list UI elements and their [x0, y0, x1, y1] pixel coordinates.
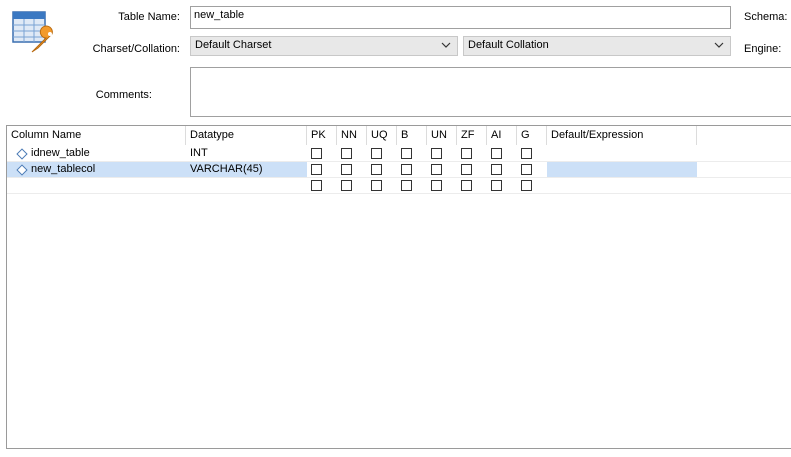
- nn-checkbox[interactable]: [341, 164, 352, 175]
- engine-label: Engine:: [744, 43, 782, 55]
- header-column-name[interactable]: Column Name: [7, 126, 186, 145]
- datatype-cell[interactable]: VARCHAR(45): [190, 162, 263, 177]
- header-b[interactable]: B: [397, 126, 427, 145]
- header-ai[interactable]: AI: [487, 126, 517, 145]
- un-checkbox[interactable]: [431, 180, 442, 191]
- header-datatype[interactable]: Datatype: [186, 126, 307, 145]
- un-checkbox[interactable]: [431, 164, 442, 175]
- columns-grid[interactable]: Column Name Datatype PK NN UQ B UN ZF AI…: [6, 125, 791, 449]
- collation-select[interactable]: Default Collation: [463, 36, 731, 56]
- ai-checkbox[interactable]: [491, 164, 502, 175]
- header-default-expression[interactable]: Default/Expression: [547, 126, 697, 145]
- comments-textarea[interactable]: [190, 67, 791, 117]
- nn-checkbox[interactable]: [341, 148, 352, 159]
- table-row[interactable]: new_tablecol VARCHAR(45): [7, 162, 791, 178]
- table-row[interactable]: [7, 178, 791, 194]
- header-g[interactable]: G: [517, 126, 547, 145]
- header-zf[interactable]: ZF: [457, 126, 487, 145]
- g-checkbox[interactable]: [521, 180, 532, 191]
- uq-checkbox[interactable]: [371, 180, 382, 191]
- uq-checkbox[interactable]: [371, 164, 382, 175]
- charset-select-value: Default Charset: [195, 39, 272, 51]
- datatype-cell[interactable]: INT: [190, 146, 208, 161]
- header-nn[interactable]: NN: [337, 126, 367, 145]
- uq-checkbox[interactable]: [371, 148, 382, 159]
- un-checkbox[interactable]: [431, 148, 442, 159]
- table-settings-icon: [12, 10, 56, 56]
- chevron-down-icon: [441, 40, 451, 50]
- b-checkbox[interactable]: [401, 164, 412, 175]
- pk-checkbox[interactable]: [311, 148, 322, 159]
- charset-select[interactable]: Default Charset: [190, 36, 458, 56]
- comments-label: Comments:: [95, 89, 152, 101]
- schema-label: Schema:: [744, 11, 788, 23]
- b-checkbox[interactable]: [401, 180, 412, 191]
- charset-collation-label: Charset/Collation:: [92, 43, 180, 55]
- g-checkbox[interactable]: [521, 148, 532, 159]
- pk-checkbox[interactable]: [311, 180, 322, 191]
- header-uq[interactable]: UQ: [367, 126, 397, 145]
- g-checkbox[interactable]: [521, 164, 532, 175]
- zf-checkbox[interactable]: [461, 148, 472, 159]
- header-pk[interactable]: PK: [307, 126, 337, 145]
- zf-checkbox[interactable]: [461, 180, 472, 191]
- column-name-cell[interactable]: new_tablecol: [31, 162, 95, 177]
- header-un[interactable]: UN: [427, 126, 457, 145]
- pk-checkbox[interactable]: [311, 164, 322, 175]
- ai-checkbox[interactable]: [491, 148, 502, 159]
- collation-select-value: Default Collation: [468, 39, 549, 51]
- table-name-input[interactable]: new_table: [190, 6, 731, 29]
- column-name-cell[interactable]: idnew_table: [31, 146, 90, 161]
- table-row[interactable]: idnew_table INT: [7, 146, 791, 162]
- b-checkbox[interactable]: [401, 148, 412, 159]
- ai-checkbox[interactable]: [491, 180, 502, 191]
- nn-checkbox[interactable]: [341, 180, 352, 191]
- zf-checkbox[interactable]: [461, 164, 472, 175]
- default-expression-cell[interactable]: [547, 162, 697, 177]
- chevron-down-icon: [714, 40, 724, 50]
- column-diamond-icon: [16, 148, 28, 160]
- table-name-label: Table Name:: [118, 11, 180, 23]
